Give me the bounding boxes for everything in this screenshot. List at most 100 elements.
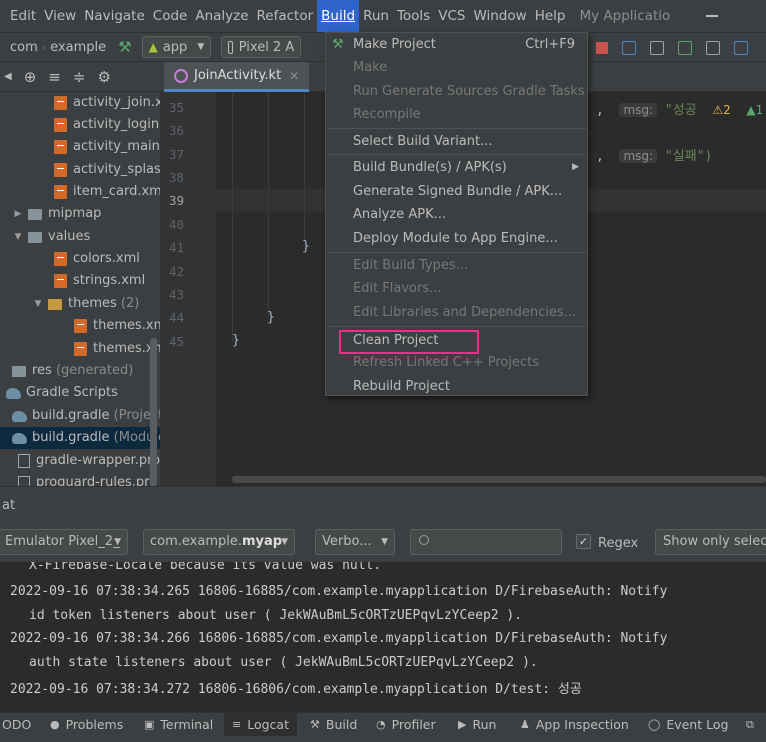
tree-item[interactable]: activity_join.xml: [54, 92, 160, 114]
tree-item[interactable]: themes.xml: [74, 338, 160, 360]
play-icon: ▶: [458, 718, 467, 731]
log-level-label: Verbo...: [322, 534, 372, 549]
device-combo[interactable]: Pixel 2 A: [221, 36, 302, 58]
tree-item[interactable]: Gradle Scripts: [0, 382, 118, 404]
menu-item-edit-flavors: Edit Flavors...: [326, 277, 587, 300]
tree-item-label: Gradle Scripts: [26, 385, 118, 400]
chevron-down-icon[interactable]: ▼: [12, 226, 24, 248]
hammer-icon[interactable]: ⚒: [118, 38, 131, 56]
xml-file-icon: [54, 185, 67, 199]
tree-item[interactable]: ▼ values: [12, 226, 91, 248]
menu-item-generate-signed-bundle[interactable]: Generate Signed Bundle / APK...: [326, 180, 587, 203]
tree-item[interactable]: res (generated): [12, 360, 133, 382]
breadcrumb-example[interactable]: example: [46, 40, 110, 55]
menu-build[interactable]: Build: [317, 0, 360, 32]
menu-item-rebuild-project[interactable]: Rebuild Project: [326, 375, 587, 398]
menu-help[interactable]: Help: [531, 0, 570, 32]
target-icon[interactable]: ⊕: [24, 68, 37, 86]
menu-view[interactable]: View: [40, 0, 80, 32]
menu-item-select-build-variant[interactable]: Select Build Variant...: [326, 130, 587, 153]
menu-item-deploy-app-engine[interactable]: Deploy Module to App Engine...: [326, 227, 587, 250]
sdk-manager-icon[interactable]: [678, 41, 692, 55]
show-only-selected-select[interactable]: Show only select: [655, 529, 766, 555]
breadcrumb-com[interactable]: com: [6, 40, 42, 55]
tree-item[interactable]: strings.xml: [54, 270, 145, 292]
menu-window[interactable]: Window: [469, 0, 530, 32]
chevron-down-icon[interactable]: ▼: [32, 293, 44, 315]
menu-edit[interactable]: Edit: [6, 0, 40, 32]
menu-item-make-project[interactable]: ⚒ Make Project Ctrl+F9: [326, 33, 587, 56]
tree-item[interactable]: colors.xml: [54, 248, 140, 270]
tree-item[interactable]: ▼ themes (2): [32, 293, 140, 315]
menu-refactor[interactable]: Refactor: [253, 0, 318, 32]
tree-item[interactable]: gradle-wrapper.prop: [18, 450, 160, 472]
tool-window-todo[interactable]: ODO: [2, 713, 31, 737]
expand-all-icon[interactable]: ≡: [48, 68, 61, 86]
gear-icon[interactable]: ⚙: [97, 68, 110, 86]
menu-code[interactable]: Code: [149, 0, 192, 32]
layout-inspector-icon[interactable]: [734, 41, 748, 55]
run-config-combo[interactable]: ▲ app ▼: [141, 36, 212, 58]
menu-analyze[interactable]: Analyze: [191, 0, 252, 32]
folder-icon: [28, 231, 42, 243]
device-manager-icon[interactable]: [706, 41, 720, 55]
menu-navigate[interactable]: Navigate: [80, 0, 149, 32]
menu-item-build-bundles-apks[interactable]: Build Bundle(s) / APK(s) ▶: [326, 156, 587, 179]
tool-window-terminal[interactable]: ▣ Terminal: [144, 713, 213, 737]
tool-window-app-inspection[interactable]: ♟ App Inspection: [520, 713, 629, 737]
package-select[interactable]: com.example.myap ▼: [143, 529, 295, 555]
tool-window-label: Build: [325, 717, 358, 732]
tree-item[interactable]: themes.xml: [74, 315, 160, 337]
tree-item[interactable]: activity_main.xml: [54, 136, 160, 158]
tree-item[interactable]: activity_splash: [54, 159, 160, 181]
tree-scrollbar[interactable]: [150, 338, 157, 486]
tree-item[interactable]: proguard-rules.pro (: [18, 472, 160, 486]
stop-icon[interactable]: [596, 42, 608, 54]
tool-window-run[interactable]: ▶ Run: [458, 713, 496, 737]
regex-checkbox[interactable]: ✓: [576, 534, 591, 549]
tab-joinactivity[interactable]: JoinActivity.kt ✕: [164, 62, 310, 92]
tool-window-problems[interactable]: ● Problems: [50, 713, 123, 737]
warning-icon[interactable]: ⚠: [712, 103, 723, 117]
editor-gutter: 35 36 37 38 39 40 41 42 43 44 45: [160, 92, 231, 486]
logcat-search-input[interactable]: [410, 529, 562, 555]
tool-window-layout-inspector[interactable]: ⧉: [746, 713, 760, 737]
logcat-header: at: [0, 486, 766, 524]
menu-item-run-generate-sources: Run Generate Sources Gradle Tasks: [326, 80, 587, 103]
regex-label: Regex: [598, 536, 639, 551]
terminal-icon: ▣: [144, 718, 155, 731]
menu-run[interactable]: Run: [359, 0, 393, 32]
sync-icon[interactable]: [622, 41, 636, 55]
minimize-icon[interactable]: [706, 15, 718, 17]
log-level-select[interactable]: Verbo... ▼: [315, 529, 395, 555]
tool-window-profiler[interactable]: ◔ Profiler: [376, 713, 436, 737]
menu-vcs[interactable]: VCS: [434, 0, 469, 32]
menu-tools[interactable]: Tools: [393, 0, 434, 32]
kotlin-file-icon: [174, 68, 188, 83]
collapse-all-icon[interactable]: ≑: [73, 68, 86, 86]
folder-icon: [48, 298, 62, 310]
menu-item-analyze-apk[interactable]: Analyze APK...: [326, 203, 587, 226]
horizontal-scrollbar[interactable]: [232, 476, 766, 483]
logcat-output[interactable]: X-Firebase-Locale because its value was …: [0, 562, 766, 712]
closing-brace: }: [267, 310, 275, 325]
collapse-arrow-icon[interactable]: ◀: [4, 71, 12, 82]
tool-window-event-log[interactable]: ◯ Event Log: [648, 713, 728, 737]
chevron-right-icon[interactable]: ▶: [12, 203, 24, 225]
tree-item[interactable]: activity_login.xml: [54, 114, 160, 136]
tree-item[interactable]: ▶ mipmap: [12, 203, 102, 225]
tool-window-build[interactable]: ⚒ Build: [310, 713, 357, 737]
log-line: 2022-09-16 07:38:34.266 16806-16885/com.…: [10, 631, 668, 646]
tool-window-logcat[interactable]: ≡ Logcat: [224, 713, 297, 737]
tree-item-label: res: [32, 363, 52, 378]
line-number: 40: [168, 217, 184, 232]
tree-item[interactable]: item_card.xml: [54, 181, 160, 203]
check-icon[interactable]: ▲: [746, 103, 755, 117]
tree-item[interactable]: build.gradle (Project:: [12, 405, 160, 427]
tree-item[interactable]: build.gradle (Module: [0, 427, 160, 449]
device-select[interactable]: Emulator Pixel_2_ ▼: [0, 529, 128, 555]
parameter-hint: msg:: [619, 149, 658, 163]
close-icon[interactable]: ✕: [289, 69, 299, 83]
avd-manager-icon[interactable]: [650, 41, 664, 55]
build-menu-dropdown: ⚒ Make Project Ctrl+F9 Make Run Generate S…: [325, 32, 588, 396]
